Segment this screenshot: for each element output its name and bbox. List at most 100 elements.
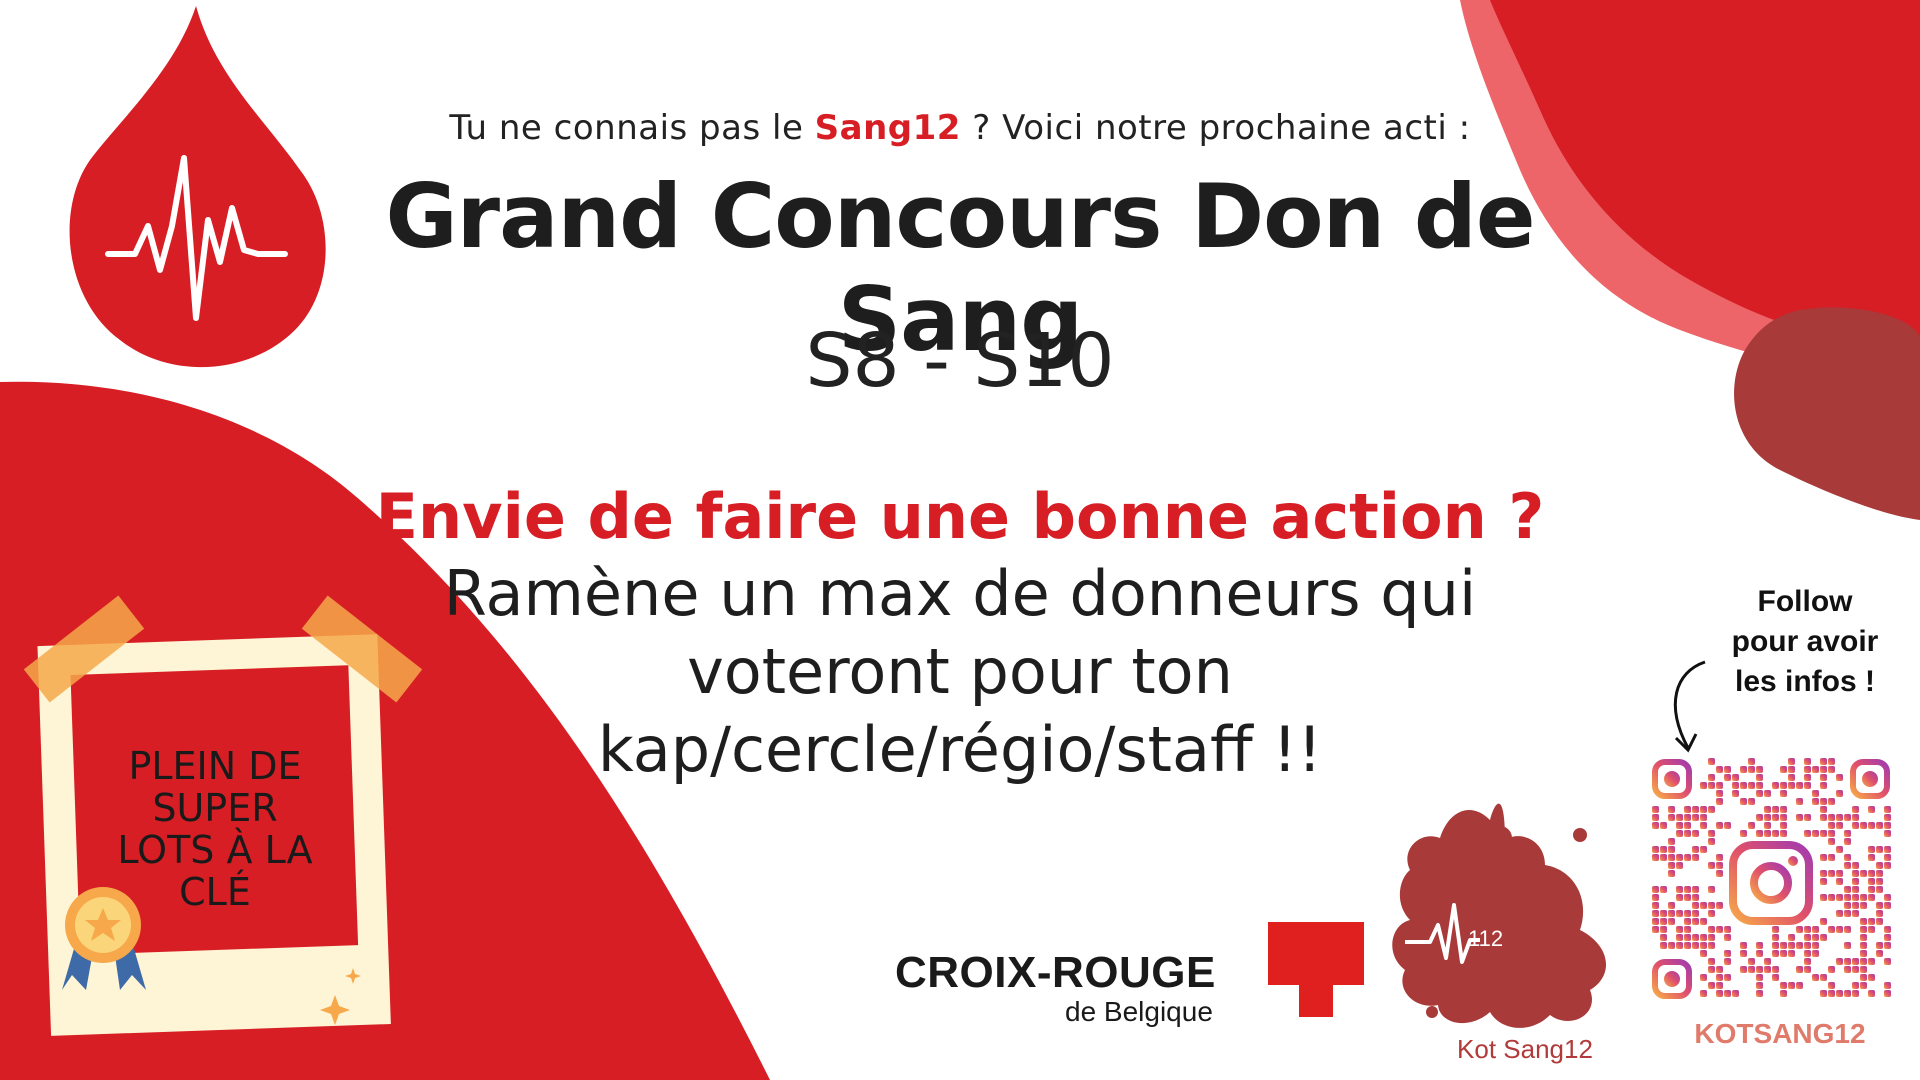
qr-module <box>1684 830 1691 837</box>
qr-module <box>1820 934 1827 941</box>
qr-module <box>1860 894 1867 901</box>
qr-module <box>1812 830 1819 837</box>
qr-module <box>1772 974 1779 981</box>
qr-module <box>1700 934 1707 941</box>
qr-module <box>1764 966 1771 973</box>
qr-module <box>1796 966 1803 973</box>
qr-module <box>1660 910 1667 917</box>
qr-module <box>1876 878 1883 885</box>
qr-module <box>1756 782 1763 789</box>
qr-module <box>1868 886 1875 893</box>
qr-module <box>1820 870 1827 877</box>
qr-module <box>1708 942 1715 949</box>
instagram-qr-code[interactable] <box>0 0 1920 1080</box>
qr-module <box>1724 774 1731 781</box>
qr-module <box>1780 830 1787 837</box>
qr-module <box>1844 886 1851 893</box>
qr-module <box>1692 854 1699 861</box>
qr-module <box>1708 902 1715 909</box>
qr-module <box>1676 830 1683 837</box>
qr-module <box>1828 758 1835 765</box>
qr-module <box>1708 910 1715 917</box>
qr-module <box>1836 846 1843 853</box>
qr-module <box>1804 766 1811 773</box>
qr-module <box>1700 782 1707 789</box>
qr-module <box>1708 982 1715 989</box>
qr-module <box>1804 950 1811 957</box>
qr-module <box>1732 990 1739 997</box>
qr-module <box>1748 798 1755 805</box>
qr-module <box>1788 766 1795 773</box>
kot-number: 112 <box>1468 926 1504 951</box>
qr-module <box>1652 886 1659 893</box>
croix-rouge-subtitle: de Belgique <box>1065 996 1213 1027</box>
qr-module <box>1668 870 1675 877</box>
qr-module <box>1860 822 1867 829</box>
qr-module <box>1756 830 1763 837</box>
qr-module <box>1852 806 1859 813</box>
qr-module <box>1676 854 1683 861</box>
qr-module <box>1772 814 1779 821</box>
qr-module <box>1772 942 1779 949</box>
qr-module <box>1708 886 1715 893</box>
qr-module <box>1708 758 1715 765</box>
qr-module <box>1684 910 1691 917</box>
qr-module <box>1660 886 1667 893</box>
qr-module <box>1836 790 1843 797</box>
qr-module <box>1756 942 1763 949</box>
qr-module <box>1820 854 1827 861</box>
qr-module <box>1716 766 1723 773</box>
qr-module <box>1676 886 1683 893</box>
qr-module <box>1844 814 1851 821</box>
qr-module <box>1828 982 1835 989</box>
qr-module <box>1716 926 1723 933</box>
qr-module <box>1836 814 1843 821</box>
qr-module <box>1660 934 1667 941</box>
qr-module <box>1684 806 1691 813</box>
qr-module <box>1804 830 1811 837</box>
qr-module <box>1884 814 1891 821</box>
qr-module <box>1748 958 1755 965</box>
qr-module <box>1884 958 1891 965</box>
qr-module <box>1884 862 1891 869</box>
qr-module <box>1692 806 1699 813</box>
qr-module <box>1708 958 1715 965</box>
qr-module <box>1804 942 1811 949</box>
qr-module <box>1684 942 1691 949</box>
qr-module <box>1868 854 1875 861</box>
qr-module <box>1732 774 1739 781</box>
qr-module <box>1684 822 1691 829</box>
qr-module <box>1820 918 1827 925</box>
qr-module <box>1884 894 1891 901</box>
qr-module <box>1716 798 1723 805</box>
qr-module <box>1780 766 1787 773</box>
qr-module <box>1676 822 1683 829</box>
qr-module <box>1764 830 1771 837</box>
qr-module <box>1844 966 1851 973</box>
qr-module <box>1732 782 1739 789</box>
qr-module <box>1684 926 1691 933</box>
qr-module <box>1788 982 1795 989</box>
qr-module <box>1708 966 1715 973</box>
qr-module <box>1724 926 1731 933</box>
qr-module <box>1684 854 1691 861</box>
qr-module <box>1828 926 1835 933</box>
qr-module <box>1836 926 1843 933</box>
qr-module <box>1780 790 1787 797</box>
qr-module <box>1876 862 1883 869</box>
qr-module <box>1756 990 1763 997</box>
qr-module <box>1868 990 1875 997</box>
qr-module <box>1652 814 1659 821</box>
qr-module <box>1668 854 1675 861</box>
qr-module <box>1780 782 1787 789</box>
qr-module <box>1860 950 1867 957</box>
qr-module <box>1868 894 1875 901</box>
qr-module <box>1860 926 1867 933</box>
qr-module <box>1820 798 1827 805</box>
croix-rouge-name: CROIX-ROUGE <box>895 948 1216 997</box>
qr-module <box>1868 958 1875 965</box>
qr-module <box>1788 950 1795 957</box>
qr-module <box>1788 934 1795 941</box>
qr-module <box>1764 790 1771 797</box>
qr-module <box>1772 806 1779 813</box>
